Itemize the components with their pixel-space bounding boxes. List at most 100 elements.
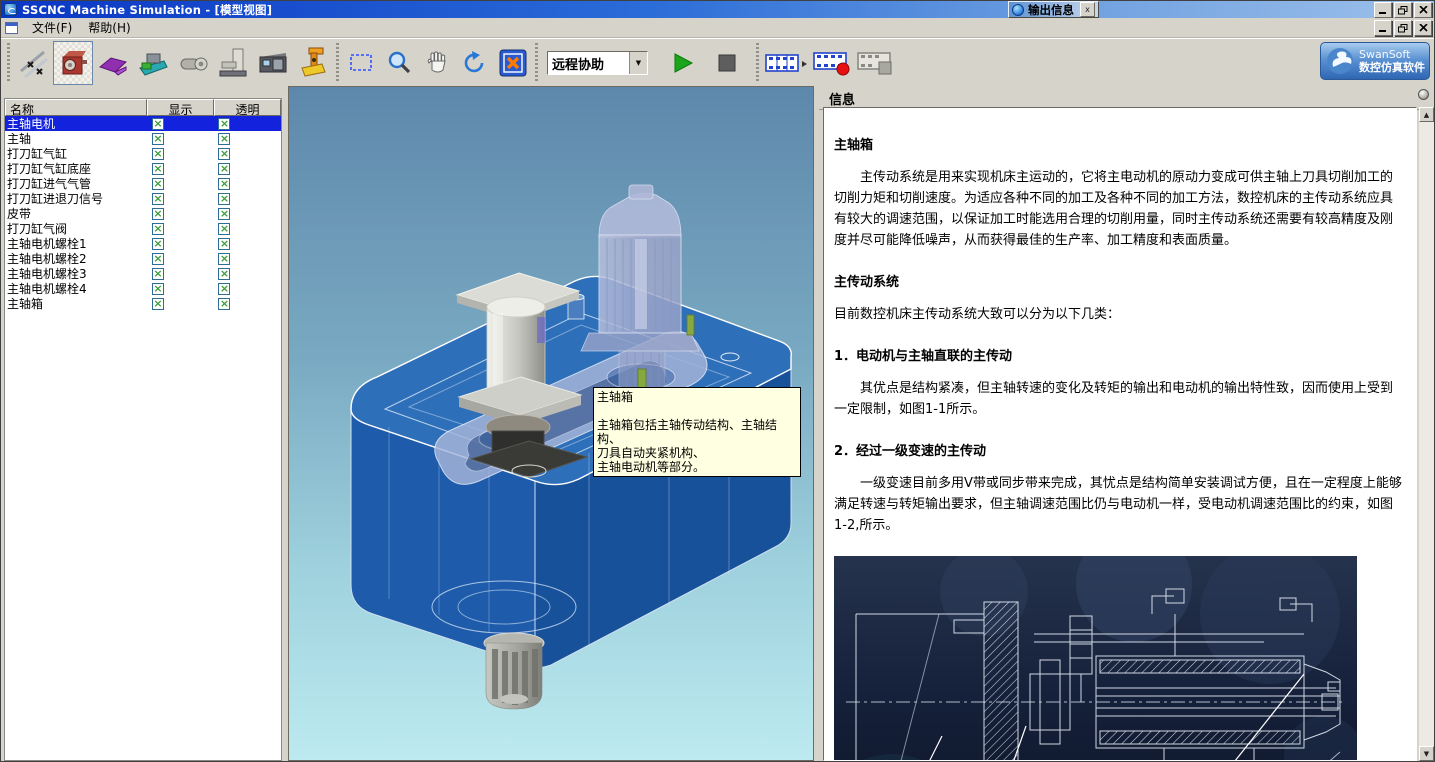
visibility-checkbox[interactable]: × [152,268,164,280]
spindle-nose-model [484,633,544,709]
transparency-checkbox[interactable]: × [218,133,230,145]
table-row[interactable]: 主轴箱×× [5,296,281,311]
checkbox-cell: × [148,268,215,280]
visibility-checkbox[interactable]: × [152,178,164,190]
restore-button[interactable] [1394,2,1412,18]
stop-button[interactable] [708,43,746,83]
parts-header: 名称 显示 透明 [5,99,281,116]
spindle-gearbox-button[interactable] [53,41,93,85]
toolbar-grip[interactable] [336,43,339,83]
film-play-icon [765,52,807,74]
tool-setter-button[interactable] [293,41,333,85]
close-button[interactable] [1414,2,1432,18]
table-row[interactable]: 主轴电机×× [5,116,281,131]
transparency-checkbox[interactable]: × [218,268,230,280]
info-scrollbar[interactable]: ▲ ▼ [1419,107,1434,761]
machine-bed-button[interactable] [133,41,173,85]
table-row[interactable]: 打刀缸气阀×× [5,221,281,236]
film-stop-button[interactable] [854,43,898,83]
toolbar-grip[interactable] [756,43,759,83]
transparency-checkbox[interactable]: × [218,163,230,175]
machine-bed-icon [138,47,168,79]
cnc-lathe-button[interactable] [253,41,293,85]
rotate-view-button[interactable] [456,43,494,83]
visibility-checkbox[interactable]: × [152,118,164,130]
visibility-checkbox[interactable]: × [152,163,164,175]
info-heading: 2．经过一级变速的主传动 [834,440,1402,459]
dropdown-arrow-icon[interactable]: ▼ [629,52,647,74]
scroll-up-button[interactable]: ▲ [1419,107,1434,122]
visibility-checkbox[interactable]: × [152,208,164,220]
output-close-button[interactable]: x [1080,2,1095,17]
transparency-checkbox[interactable]: × [218,193,230,205]
child-close-button[interactable] [1414,20,1432,36]
column-name[interactable]: 名称 [5,99,147,116]
menu-file[interactable]: 文件(F) [24,17,80,38]
checkbox-cell: × [148,133,215,145]
visibility-checkbox[interactable]: × [152,283,164,295]
transparency-checkbox[interactable]: × [218,178,230,190]
visibility-checkbox[interactable]: × [152,193,164,205]
film-play-button[interactable] [762,43,810,83]
transparency-checkbox[interactable]: × [218,238,230,250]
visibility-checkbox[interactable]: × [152,238,164,250]
fit-view-button[interactable] [494,43,532,83]
transparency-checkbox[interactable]: × [218,208,230,220]
zoom-button[interactable] [380,43,418,83]
title-bar: SSCNC Machine Simulation - [模型视图] 输出信息 x [1,1,1434,18]
checkbox-cell: × [214,253,281,265]
remote-assist-dropdown[interactable]: 远程协助 ▼ [547,51,648,75]
model-viewport[interactable]: 主轴箱 主轴箱包括主轴传动结构、主轴结构、 刀具自动夹紧机构、 主轴电动机等部分… [288,86,814,761]
transparency-checkbox[interactable]: × [218,118,230,130]
film-record-icon [813,50,851,76]
checkbox-cell: × [148,118,215,130]
visibility-checkbox[interactable]: × [152,298,164,310]
table-row[interactable]: 主轴电机螺栓1×× [5,236,281,251]
info-heading: 主传动系统 [834,271,1402,290]
axes-shafts-button[interactable] [13,41,53,85]
output-info-window[interactable]: 输出信息 x [1008,1,1099,18]
visibility-checkbox[interactable]: × [152,148,164,160]
milling-column-button[interactable] [213,41,253,85]
toolbar-grip[interactable] [7,43,10,83]
info-panel-orb-icon[interactable] [1418,89,1429,100]
child-minimize-button[interactable] [1374,20,1392,36]
menu-help[interactable]: 帮助(H) [80,17,138,38]
visibility-checkbox[interactable]: × [152,253,164,265]
spindle-unit-icon [178,47,208,79]
checkbox-cell: × [214,268,281,280]
tool-setter-icon [298,47,328,79]
tooltip-line: 主轴电动机等部分。 [597,460,797,474]
transparency-checkbox[interactable]: × [218,253,230,265]
table-row[interactable]: 打刀缸进气气管×× [5,176,281,191]
film-record-button[interactable] [810,43,854,83]
table-row[interactable]: 主轴电机螺栓4×× [5,281,281,296]
visibility-checkbox[interactable]: × [152,133,164,145]
pan-hand-button[interactable] [418,43,456,83]
cross-slide-icon [98,47,128,79]
child-restore-button[interactable] [1394,20,1412,36]
play-button[interactable] [664,43,702,83]
transparency-checkbox[interactable]: × [218,298,230,310]
cross-slide-button[interactable] [93,41,133,85]
transparency-checkbox[interactable]: × [218,283,230,295]
select-rect-button[interactable] [342,43,380,83]
table-row[interactable]: 打刀缸气缸×× [5,146,281,161]
table-row[interactable]: 打刀缸进退刀信号×× [5,191,281,206]
transparency-checkbox[interactable]: × [218,148,230,160]
column-transparent[interactable]: 透明 [214,99,281,116]
column-show[interactable]: 显示 [147,99,214,116]
table-row[interactable]: 皮带×× [5,206,281,221]
table-row[interactable]: 主轴电机螺栓2×× [5,251,281,266]
spindle-unit-button[interactable] [173,41,213,85]
scroll-down-button[interactable]: ▼ [1419,746,1434,761]
transparency-checkbox[interactable]: × [218,223,230,235]
visibility-checkbox[interactable]: × [152,223,164,235]
checkbox-cell: × [148,298,215,310]
table-row[interactable]: 打刀缸气缸底座×× [5,161,281,176]
toolbar-grip[interactable] [535,43,538,83]
table-row[interactable]: 主轴×× [5,131,281,146]
table-row[interactable]: 主轴电机螺栓3×× [5,266,281,281]
logo-caption: 数控仿真软件 [1359,61,1425,74]
minimize-button[interactable] [1374,2,1392,18]
